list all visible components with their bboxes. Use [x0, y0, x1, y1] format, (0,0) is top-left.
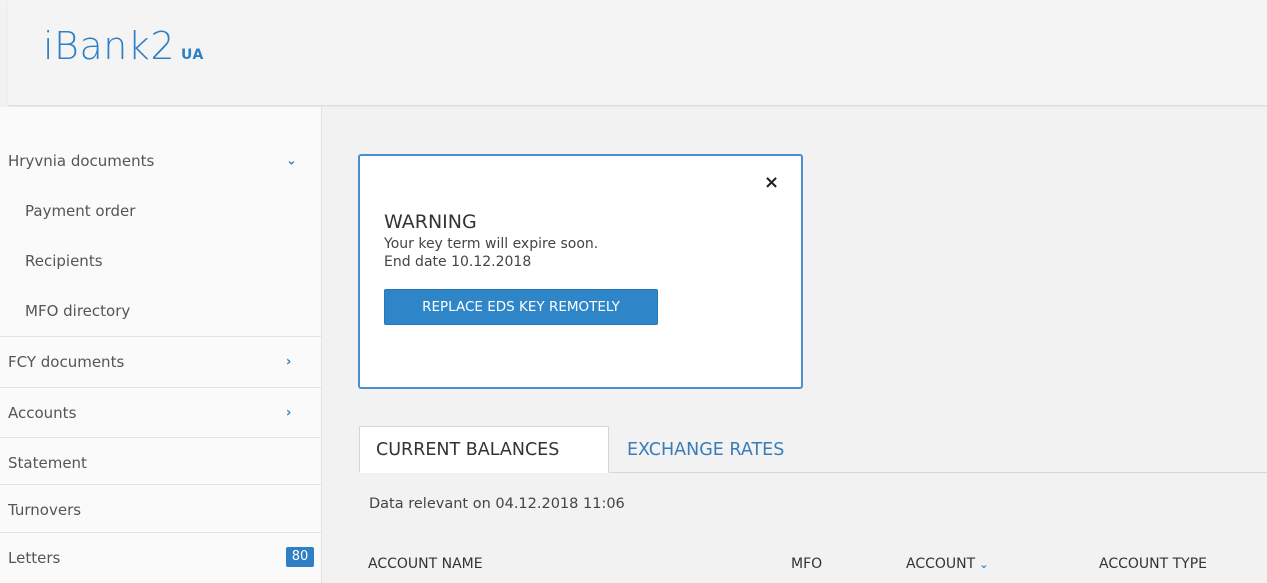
warning-dialog: × WARNING Your key term will expire soon… [358, 154, 803, 389]
tab-exchange-rates[interactable]: EXCHANGE RATES [611, 426, 800, 473]
sidebar-item-mfo-directory[interactable]: MFO directory [0, 286, 322, 336]
sidebar-nav: Hryvnia documents ⌄ Payment order Recipi… [0, 107, 322, 583]
tab-current-balances[interactable]: CURRENT BALANCES [359, 426, 609, 473]
sidebar-item-label: Payment order [25, 202, 136, 220]
column-header-account-name[interactable]: ACCOUNT NAME [368, 556, 483, 572]
close-icon[interactable]: × [764, 172, 779, 193]
chevron-right-icon: › [286, 405, 292, 420]
sidebar-item-label: Hryvnia documents [8, 152, 155, 170]
sidebar-item-label: Letters [8, 548, 61, 567]
app-logo[interactable]: iBank2 UA [43, 24, 204, 68]
sidebar-item-label: MFO directory [25, 302, 131, 320]
sidebar-item-fcy-documents[interactable]: FCY documents › [0, 336, 322, 386]
sidebar-item-payment-order[interactable]: Payment order [0, 186, 322, 236]
logo-region: UA [181, 47, 204, 63]
sidebar-item-recipients[interactable]: Recipients [0, 236, 322, 286]
unread-count-badge: 80 [286, 547, 314, 567]
sidebar-item-turnovers[interactable]: Turnovers [0, 484, 322, 534]
sidebar-item-letters[interactable]: Letters 80 [0, 532, 322, 582]
sidebar-item-label: Turnovers [8, 500, 82, 519]
column-header-mfo[interactable]: MFO [791, 556, 822, 572]
app-header: iBank2 UA [8, 0, 1267, 106]
sidebar-item-hryvnia-documents[interactable]: Hryvnia documents ⌄ [0, 136, 322, 186]
warning-message: Your key term will expire soon. [384, 236, 599, 252]
logo-text: iBank2 [43, 24, 175, 68]
sidebar-item-accounts[interactable]: Accounts › [0, 387, 322, 437]
column-header-account-type[interactable]: ACCOUNT TYPE [1099, 556, 1207, 572]
warning-title: WARNING [384, 211, 477, 233]
data-relevant-timestamp: Data relevant on 04.12.2018 11:06 [369, 496, 625, 512]
tab-bar: CURRENT BALANCES EXCHANGE RATES [359, 426, 1267, 473]
chevron-right-icon: › [286, 354, 292, 369]
sidebar-item-label: FCY documents [8, 352, 125, 371]
sidebar-item-label: Recipients [25, 252, 103, 270]
sidebar-item-statement[interactable]: Statement [0, 437, 322, 487]
sidebar-item-label: Accounts [8, 403, 77, 422]
column-header-account[interactable]: ACCOUNT ⌄ [906, 556, 988, 572]
chevron-down-icon: ⌄ [286, 153, 297, 169]
replace-eds-key-button[interactable]: REPLACE EDS KEY REMOTELY [384, 289, 658, 325]
column-header-label: ACCOUNT [906, 556, 976, 572]
warning-end-date: End date 10.12.2018 [384, 254, 532, 270]
sort-chevron-icon: ⌄ [979, 558, 989, 571]
sidebar-item-label: Statement [8, 453, 87, 472]
